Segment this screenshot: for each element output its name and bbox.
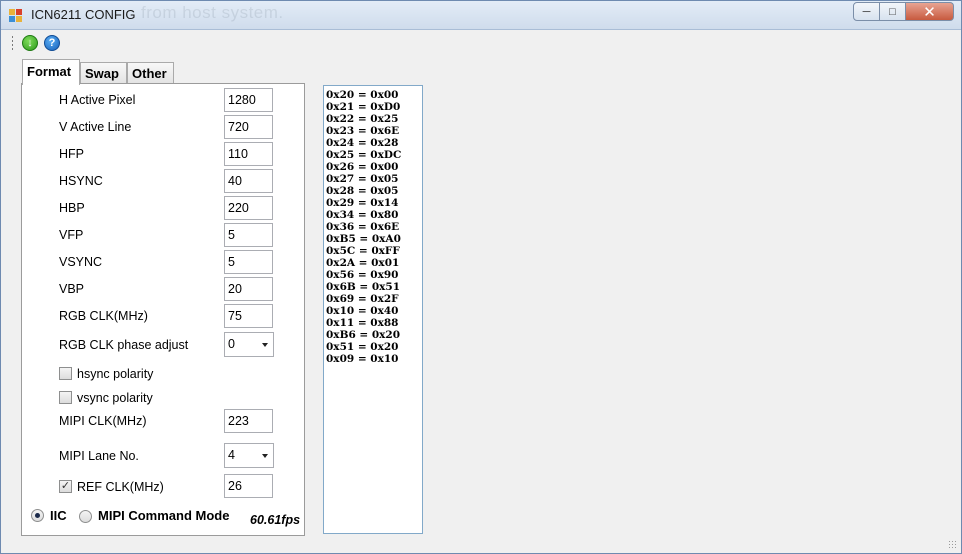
vfp-input[interactable]: 5 [224,223,273,247]
size-grip[interactable] [948,540,958,550]
go-green-icon[interactable]: ↓ [22,35,38,51]
app-icon [9,9,23,23]
register-line: 0x69 = 0x2F [326,293,399,305]
tab-swap[interactable]: Swap [80,62,127,84]
register-line: 0x09 = 0x10 [326,353,399,365]
hbp-label: HBP [59,201,85,215]
window-controls: ─ □ ✕ [853,2,954,21]
help-icon[interactable]: ? [44,35,60,51]
vsync-polarity-checkbox[interactable] [59,391,72,404]
register-line: 0x10 = 0x40 [326,305,399,317]
rgb-clk-phase-value: 0 [228,337,235,351]
ref-clk-label: REF CLK(MHz) [77,480,164,494]
app-window: ICN6211 CONFIG from host system. ─ □ ✕ ↓… [0,0,962,554]
hsync-polarity-checkbox[interactable] [59,367,72,380]
vsync-label: VSYNC [59,255,103,269]
mipi-lane-select[interactable]: 4 [224,443,274,468]
format-panel: H Active Pixel 1280 V Active Line 720 HF… [21,83,305,536]
ref-clk-checkbox[interactable]: ✓ [59,480,72,493]
maximize-button[interactable]: □ [880,2,906,21]
mipi-lane-label: MIPI Lane No. [59,449,139,463]
hfp-input[interactable]: 110 [224,142,273,166]
hfp-label: HFP [59,147,84,161]
vsync-polarity-label: vsync polarity [77,391,153,405]
hsync-input[interactable]: 40 [224,169,273,193]
close-button[interactable]: ✕ [906,2,954,21]
register-line: 0xB6 = 0x20 [326,329,401,341]
register-line: 0x22 = 0x25 [326,113,399,125]
hsync-label: HSYNC [59,174,103,188]
register-line: 0x27 = 0x05 [326,173,399,185]
mipi-clk-label: MIPI CLK(MHz) [59,414,147,428]
rgb-clk-phase-label: RGB CLK phase adjust [59,338,189,352]
hbp-input[interactable]: 220 [224,196,273,220]
mipi-clk-input[interactable]: 223 [224,409,273,433]
register-line: 0x23 = 0x6E [326,125,400,137]
h-active-pixel-label: H Active Pixel [59,93,136,107]
title-bar[interactable]: ICN6211 CONFIG from host system. ─ □ ✕ [1,1,961,30]
chevron-down-icon [262,343,268,347]
fps-readout: 60.61fps [250,513,301,527]
v-active-line-input[interactable]: 720 [224,115,273,139]
help-glyph: ? [48,37,56,49]
hsync-polarity-label: hsync polarity [77,367,154,381]
register-line: 0x25 = 0xDC [326,149,402,161]
vbp-label: VBP [59,282,85,296]
rgb-clk-phase-select[interactable]: 0 [224,332,274,357]
iic-radio[interactable] [31,509,44,522]
register-line: 0x28 = 0x05 [326,185,399,197]
vbp-input[interactable]: 20 [224,277,273,301]
iic-label: IIC [50,508,67,523]
register-line: 0x2A = 0x01 [326,257,400,269]
toolbar-grip[interactable] [11,35,14,51]
register-line: 0x29 = 0x14 [326,197,399,209]
vfp-label: VFP [59,228,84,242]
register-line: 0xB5 = 0xA0 [326,233,401,245]
mipi-command-mode-label: MIPI Command Mode [98,508,230,523]
check-icon: ✓ [60,480,71,492]
register-line: 0x36 = 0x6E [326,221,400,233]
rgb-clk-input[interactable]: 75 [224,304,273,328]
register-line: 0x26 = 0x00 [326,161,399,173]
register-line: 0x51 = 0x20 [326,341,399,353]
mipi-lane-value: 4 [228,448,235,462]
minimize-button[interactable]: ─ [853,2,880,21]
ghost-title-text: from host system. [141,3,284,22]
rgb-clk-label: RGB CLK(MHz) [59,309,148,323]
minimize-icon: ─ [862,5,871,18]
v-active-line-label: V Active Line [59,120,132,134]
window-title: ICN6211 CONFIG [31,7,136,22]
close-icon: ✕ [923,3,936,21]
register-line: 0x5C = 0xFF [326,245,400,257]
chevron-down-icon [262,454,268,458]
toolbar: ↓ ? [1,31,961,55]
ref-clk-input[interactable]: 26 [224,474,273,498]
register-line: 0x21 = 0xD0 [326,101,401,113]
tab-format[interactable]: Format [22,59,80,85]
register-line: 0x11 = 0x88 [326,317,399,329]
register-line: 0x20 = 0x00 [326,89,399,101]
h-active-pixel-input[interactable]: 1280 [224,88,273,112]
register-line: 0x34 = 0x80 [326,209,399,221]
register-line: 0x56 = 0x90 [326,269,399,281]
mipi-command-mode-radio[interactable] [79,510,92,523]
register-line: 0x6B = 0x51 [326,281,401,293]
tab-other[interactable]: Other [127,62,174,84]
register-line: 0x24 = 0x28 [326,137,399,149]
register-list[interactable]: 0x20 = 0x00 0x21 = 0xD0 0x22 = 0x25 0x23 = … [323,85,423,534]
maximize-icon: □ [889,5,896,18]
vsync-input[interactable]: 5 [224,250,273,274]
